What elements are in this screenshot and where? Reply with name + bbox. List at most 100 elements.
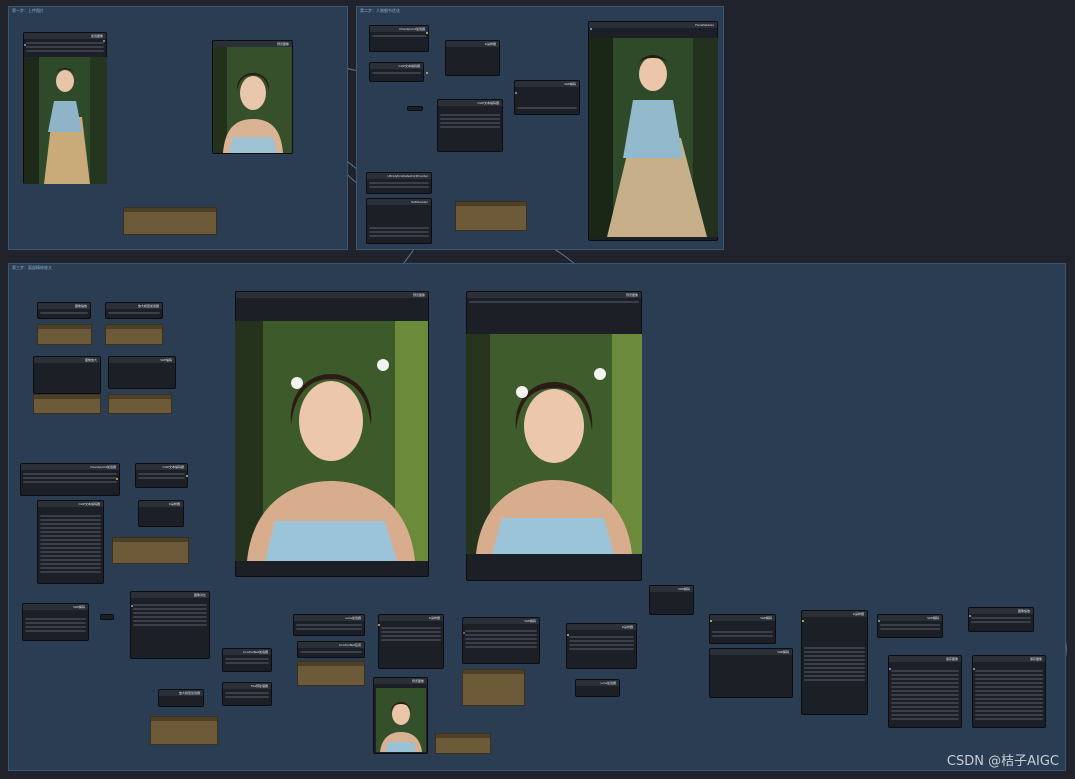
node-upscale-model-loader[interactable]: 放大模型加载器 [105,302,163,319]
node-tile-preprocessor[interactable]: Tile预处理器 [222,682,272,706]
note-node[interactable] [435,733,491,754]
image-full-body-1 [24,57,107,184]
input-slot[interactable] [802,620,804,622]
node-ksampler-3[interactable]: K采样器 [378,614,444,669]
input-slot[interactable] [969,615,971,617]
output-slot[interactable] [186,475,188,477]
node-header[interactable] [467,292,641,298]
input-slot[interactable] [463,632,465,634]
output-slot[interactable] [426,72,428,74]
node-title: VAE编码 [160,358,172,362]
node-title: VAE解码 [777,650,789,654]
node-title: UltralyticsDetectorProvider [387,174,428,178]
input-slot[interactable] [567,634,569,636]
node-title: 放大模型加载器 [137,304,159,308]
node-sam-loader[interactable]: SAMLoader [366,198,432,244]
node-reroute-2[interactable]: VAE解码 [649,585,694,615]
node-title: Checkpoint加载器 [90,465,116,469]
node-controlnet-apply[interactable]: ControlNet应用 [297,641,365,658]
node-vae-decode-5[interactable]: VAE解码 [709,648,793,698]
output-slot[interactable] [103,40,105,42]
input-slot[interactable] [131,605,133,607]
input-slot[interactable] [378,624,380,626]
node-clip-text-encode-3[interactable]: CLIP文本编码器 [135,463,188,488]
note-node[interactable] [112,537,189,564]
node-vae-decode[interactable]: VAE解码 [514,80,580,115]
input-slot[interactable] [515,92,517,94]
node-title: 图像缩放 [74,304,87,308]
node-title: K采样器 [853,612,864,616]
node-header[interactable] [236,292,428,298]
note-node[interactable] [297,661,365,686]
node-title: CLIP文本编码器 [162,465,184,469]
node-vae-decode-2[interactable]: VAE解码 [22,603,89,641]
node-checkpoint-loader-2[interactable]: Checkpoint加载器 [20,463,120,496]
image-preview-small [376,688,426,752]
note-node[interactable] [108,394,172,414]
input-slot[interactable] [973,668,975,670]
note-node[interactable] [123,207,217,235]
node-ksampler-4[interactable]: K采样器 [566,623,637,669]
node-image-upscale[interactable]: 图像放大 [33,356,101,394]
node-title: VAE解码 [927,616,939,620]
input-slot[interactable] [889,668,891,670]
output-slot[interactable] [426,32,428,34]
node-vae-decode-6[interactable]: VAE解码 [877,614,943,638]
node-save-image[interactable]: 保存图像 [888,655,962,728]
note-node[interactable] [33,394,101,414]
node-vae-decode-3[interactable]: VAE解码 [462,617,540,664]
note-node[interactable] [37,324,92,345]
node-detector-provider[interactable]: UltralyticsDetectorProvider [366,172,432,194]
node-small-reroute[interactable] [407,106,423,111]
input-slot[interactable] [710,620,712,622]
node-lora-loader[interactable]: Lora加载器 [293,614,365,636]
node-checkpoint-loader[interactable]: Checkpoint加载器 [369,25,429,52]
workflow-canvas[interactable]: 第一步：上传图片 第二步：人物细节优化 第三步：面部精修放大 加载图像 预览图像… [0,0,1075,779]
note-node[interactable] [455,201,527,231]
note-node[interactable] [105,324,163,345]
watermark-text: CSDN @桔子AIGC [946,754,1059,769]
node-title: Lora加载器 [600,681,616,685]
node-title: 预览图像 [625,293,638,297]
node-title: 放大模型加载器 [178,691,200,695]
input-slot[interactable] [24,44,26,46]
node-upscale-model-loader-2[interactable]: 放大模型加载器 [158,689,204,707]
node-image-scale-2[interactable]: 图像缩放 [968,607,1034,632]
node-reroute[interactable] [100,614,114,620]
node-title: 保存图像 [1029,657,1042,661]
node-image-compare[interactable]: 图像对比 [130,591,210,659]
node-lora-loader-2[interactable]: Lora加载器 [575,679,620,697]
node-title: CLIP文本编码器 [78,502,100,506]
node-ksampler[interactable]: K采样器 [445,40,500,76]
node-vae-encode[interactable]: VAE编码 [108,356,176,389]
node-clip-text-encode-2[interactable]: CLIP文本编码器 [437,99,503,152]
node-save-image-2[interactable]: 保存图像 [972,655,1046,728]
node-title: VAE解码 [524,619,536,623]
input-slot[interactable] [590,28,592,30]
node-title: 保存图像 [945,657,958,661]
node-title: VAE解码 [678,587,690,591]
node-title: ControlNet应用 [338,643,361,647]
note-node[interactable] [462,669,525,706]
node-title: K采样器 [485,42,496,46]
node-title: K采样器 [622,625,633,629]
node-ksampler-2[interactable]: K采样器 [138,500,184,527]
group-title: 第二步：人物细节优化 [360,8,400,13]
node-controlnet-loader[interactable]: ControlNet加载器 [222,648,272,672]
node-title: 图像缩放 [1017,609,1030,613]
node-title: 图像放大 [84,358,97,362]
node-ksampler-5[interactable]: K采样器 [801,610,868,715]
node-clip-text-encode-4[interactable]: CLIP文本编码器 [37,500,104,584]
node-title: VAE解码 [564,82,576,86]
node-title: VAE解码 [760,616,772,620]
image-preview-1 [213,47,292,153]
node-clip-text-encode[interactable]: CLIP文本编码器 [369,62,424,82]
input-slot[interactable] [878,620,880,622]
node-title: CLIP文本编码器 [398,64,420,68]
node-title: CLIP文本编码器 [477,101,499,105]
node-image-scale[interactable]: 图像缩放 [37,302,91,319]
node-title: ControlNet加载器 [242,650,268,654]
output-slot[interactable] [116,478,118,480]
note-node[interactable] [150,716,218,745]
node-vae-decode-4[interactable]: VAE解码 [709,614,776,644]
